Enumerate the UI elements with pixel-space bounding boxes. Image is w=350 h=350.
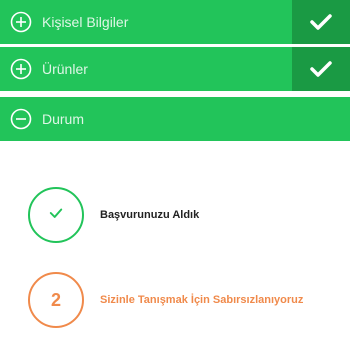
- accordion-item-durum[interactable]: Durum: [0, 97, 350, 141]
- completed-check-icon: [292, 0, 350, 44]
- check-icon: [49, 206, 63, 225]
- minus-circle-icon: [10, 108, 32, 130]
- accordion-item-label: Durum: [42, 111, 85, 127]
- plus-circle-icon: [10, 58, 32, 80]
- accordion-item-label: Ürünler: [42, 61, 88, 77]
- plus-circle-icon: [10, 11, 32, 33]
- completed-check-icon: [292, 47, 350, 91]
- accordion-item-urunler[interactable]: Ürünler: [0, 47, 350, 91]
- step-number: 2: [50, 289, 61, 310]
- step-current-indicator: 2: [28, 272, 84, 328]
- step-2-text: Sizinle Tanışmak İçin Sabırsızlanıyoruz: [100, 294, 304, 306]
- step-1-text: Başvurunuzu Aldık: [100, 209, 200, 221]
- step-done-indicator: [28, 187, 84, 243]
- accordion-item-kisisel-bilgiler[interactable]: Kişisel Bilgiler: [0, 0, 350, 44]
- accordion-item-label: Kişisel Bilgiler: [42, 14, 129, 30]
